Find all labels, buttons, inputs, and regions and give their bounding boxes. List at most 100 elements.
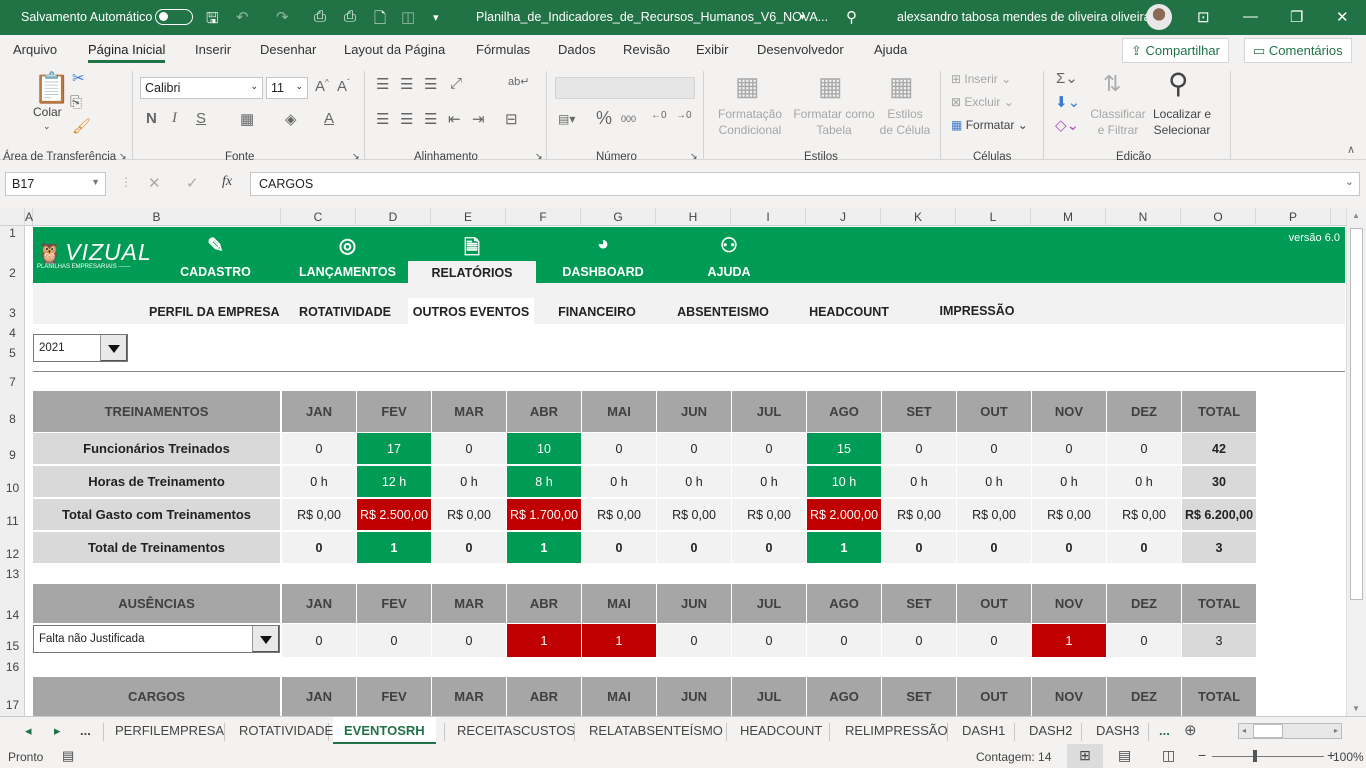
accounting-format-icon[interactable]: ▤▾ xyxy=(558,112,575,126)
table-cell[interactable]: R$ 0,00 xyxy=(1107,499,1181,530)
insert-function-icon[interactable]: fx xyxy=(222,174,232,190)
name-box-dropdown-icon[interactable]: ▼ xyxy=(91,177,100,187)
sheet-tab-dash1[interactable]: DASH1 xyxy=(962,723,1005,738)
find-select-button[interactable]: Localizar e Selecionar xyxy=(1148,106,1216,138)
table-cell[interactable]: 0 h xyxy=(882,466,956,497)
sheet-tab-relatabsenteísmo[interactable]: RELATABSENTEÍSMO xyxy=(589,723,723,738)
column-header[interactable]: I xyxy=(731,208,806,226)
sheet-tab-perfilempresa[interactable]: PERFILEMPRESA xyxy=(115,723,224,738)
sheet-tab-dash2[interactable]: DASH2 xyxy=(1029,723,1072,738)
fill-icon[interactable]: ⬇⌄ xyxy=(1055,93,1080,111)
tab-inserir[interactable]: Inserir xyxy=(195,42,231,57)
total-cell[interactable]: R$ 6.200,00 xyxy=(1182,499,1256,530)
prev-sheet-icon[interactable]: ◂ xyxy=(25,723,32,739)
table-cell[interactable]: 0 xyxy=(1107,433,1181,464)
scroll-right-icon[interactable]: ▸ xyxy=(1334,726,1338,735)
undo-icon[interactable]: ↶ xyxy=(236,8,249,26)
total-cell[interactable]: 30 xyxy=(1182,466,1256,497)
conditional-format-button[interactable]: Formatação Condicional xyxy=(712,106,788,138)
column-header[interactable]: K xyxy=(881,208,956,226)
insert-cells-button[interactable]: ⊞ Inserir ⌄ xyxy=(951,72,1011,86)
subnav-absenteismo[interactable]: ABSENTEISMO xyxy=(669,298,777,324)
absence-type-select[interactable]: Falta não Justificada xyxy=(33,625,280,653)
orientation-icon[interactable]: ⤢ xyxy=(450,75,462,92)
format-as-table-icon[interactable]: ▦ xyxy=(818,71,843,102)
tab-exibir[interactable]: Exibir xyxy=(696,42,729,57)
cell-styles-button[interactable]: Estilos de Célula xyxy=(879,106,931,138)
align-center-icon[interactable]: ☰ xyxy=(400,110,413,128)
column-header[interactable]: O xyxy=(1181,208,1256,226)
zoom-slider-thumb[interactable] xyxy=(1253,750,1257,762)
row-header[interactable]: 4 xyxy=(0,326,25,340)
column-header[interactable]: A xyxy=(25,208,33,226)
align-left-icon[interactable]: ☰ xyxy=(376,110,389,128)
zoom-level[interactable]: 100% xyxy=(1333,750,1364,764)
formula-input[interactable]: CARGOS ⌄ xyxy=(250,172,1360,196)
sheet-tab-eventosrh[interactable]: EVENTOSRH xyxy=(333,717,436,745)
table-cell[interactable]: R$ 0,00 xyxy=(1032,499,1106,530)
table-cell[interactable]: 0 xyxy=(732,624,806,657)
column-header[interactable]: C xyxy=(281,208,356,226)
zoom-out-icon[interactable]: − xyxy=(1198,747,1206,763)
subnav-headcount[interactable]: HEADCOUNT xyxy=(799,298,899,324)
table-cell[interactable]: 0 xyxy=(882,433,956,464)
table-cell[interactable]: 0 xyxy=(1032,433,1106,464)
hscroll-thumb[interactable] xyxy=(1253,724,1283,738)
tab-dados[interactable]: Dados xyxy=(558,42,596,57)
row-header[interactable]: 14 xyxy=(0,608,25,622)
sheet-tab-dash3[interactable]: DASH3 xyxy=(1096,723,1139,738)
table-cell[interactable]: 0 xyxy=(732,532,806,563)
autosave-toggle[interactable] xyxy=(155,9,193,25)
scroll-left-icon[interactable]: ◂ xyxy=(1242,726,1246,735)
column-header[interactable]: J xyxy=(806,208,881,226)
chevron-down-icon[interactable] xyxy=(252,626,279,652)
table-cell[interactable]: 17 xyxy=(357,433,431,464)
align-middle-icon[interactable]: ☰ xyxy=(400,75,413,93)
table-cell[interactable]: 0 xyxy=(957,433,1031,464)
font-name-select[interactable]: Calibri ⌄ xyxy=(140,77,263,99)
table-cell[interactable]: R$ 0,00 xyxy=(282,499,356,530)
total-cell[interactable]: 3 xyxy=(1182,532,1256,563)
autosum-icon[interactable]: Σ⌄ xyxy=(1056,69,1078,87)
subnav-financeiro[interactable]: FINANCEIRO xyxy=(547,298,647,324)
row-header[interactable]: 7 xyxy=(0,375,25,389)
table-cell[interactable]: 0 h xyxy=(1107,466,1181,497)
scroll-down-icon[interactable]: ▼ xyxy=(1352,704,1360,713)
row-header[interactable]: 12 xyxy=(0,547,25,561)
table-cell[interactable]: R$ 0,00 xyxy=(732,499,806,530)
row-header[interactable]: 5 xyxy=(0,346,25,360)
table-cell[interactable]: 0 xyxy=(957,624,1031,657)
table-cell[interactable]: 1 xyxy=(507,624,581,657)
table-cell[interactable]: 0 xyxy=(1107,624,1181,657)
table-cell[interactable]: 0 xyxy=(657,433,731,464)
increase-decimal-icon[interactable]: ←0 xyxy=(651,110,667,121)
redo-icon[interactable]: ↷ xyxy=(276,8,289,26)
search-icon[interactable]: ⚲ xyxy=(846,8,857,26)
page-break-view-icon[interactable]: ◫ xyxy=(1162,747,1175,764)
tab-desenvolvedor[interactable]: Desenvolvedor xyxy=(757,42,844,57)
zoom-slider[interactable] xyxy=(1212,756,1324,757)
customize-toolbar-icon[interactable]: ▾ xyxy=(433,11,439,24)
table-cell[interactable]: 0 xyxy=(582,532,656,563)
scroll-thumb[interactable] xyxy=(1350,228,1363,600)
table-cell[interactable]: 0 xyxy=(807,624,881,657)
table-cell[interactable]: 0 xyxy=(357,624,431,657)
comments-button[interactable]: ▭ Comentários xyxy=(1244,38,1352,63)
table-cell[interactable]: 0 h xyxy=(732,466,806,497)
table-cell[interactable]: 0 xyxy=(1032,532,1106,563)
share-button[interactable]: ⇪ Compartilhar xyxy=(1122,38,1229,63)
row-header[interactable]: 11 xyxy=(0,514,25,528)
subnav-perfil-empresa[interactable]: PERFIL DA EMPRESA xyxy=(149,298,280,324)
collapse-ribbon-icon[interactable]: ∧ xyxy=(1347,143,1355,156)
cut-icon[interactable]: ✂ xyxy=(72,69,85,87)
avatar[interactable] xyxy=(1146,4,1172,30)
table-cell[interactable]: 0 h xyxy=(282,466,356,497)
enter-icon[interactable]: ✓ xyxy=(186,174,199,192)
chevron-down-icon[interactable] xyxy=(100,335,127,361)
table-cell[interactable]: 1 xyxy=(357,532,431,563)
column-header[interactable]: D xyxy=(356,208,431,226)
sheet-tab-rotatividade[interactable]: ROTATIVIDADE xyxy=(239,723,333,738)
column-header[interactable]: B xyxy=(33,208,281,226)
table-cell[interactable]: 0 xyxy=(957,532,1031,563)
row-header[interactable]: 15 xyxy=(0,639,25,653)
